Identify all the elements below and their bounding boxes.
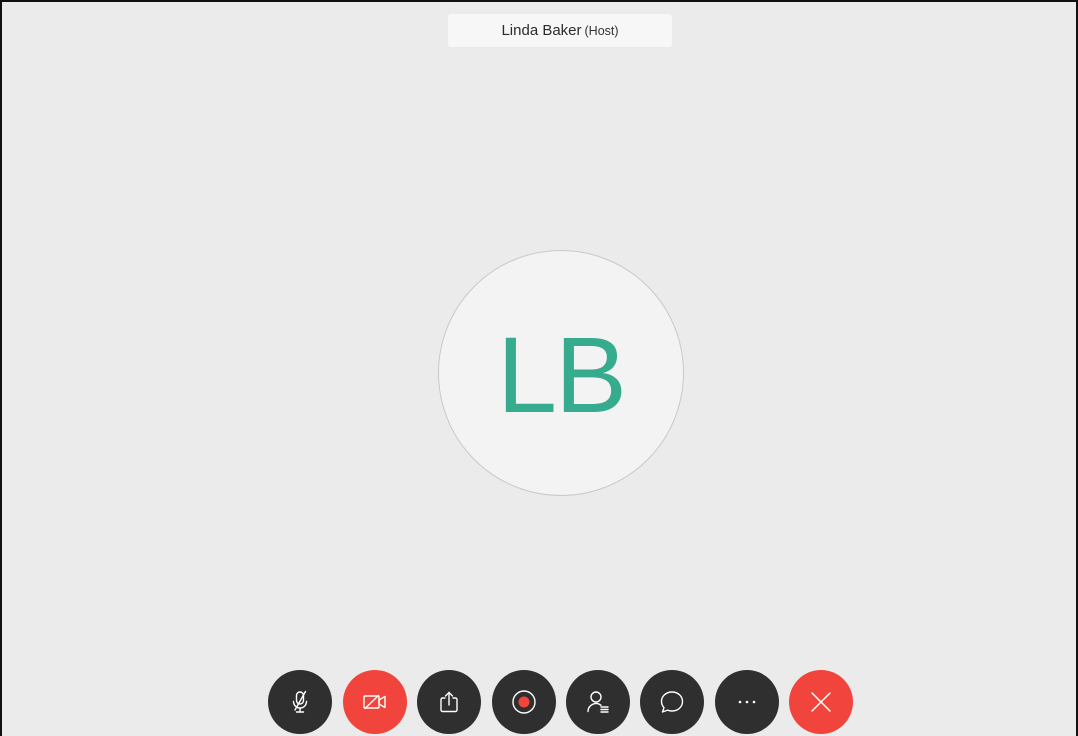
share-upload-icon [436,689,462,715]
chat-button[interactable] [640,670,704,734]
share-button[interactable] [417,670,481,734]
avatar-initials: LB [496,314,627,435]
video-button[interactable] [343,670,407,734]
meeting-toolbar [2,670,1076,734]
avatar: LB [438,250,684,496]
participants-button[interactable] [566,670,630,734]
record-button[interactable] [492,670,556,734]
more-options-icon [735,698,759,706]
video-off-icon [361,689,389,715]
microphone-muted-icon [287,689,313,715]
more-button[interactable] [715,670,779,734]
participant-name-tag: Linda Baker (Host) [448,14,672,47]
meeting-stage: Linda Baker (Host) LB [0,0,1078,736]
mute-button[interactable] [268,670,332,734]
record-icon [510,688,538,716]
participants-icon [584,688,612,716]
close-icon [809,690,833,714]
leave-button[interactable] [789,670,853,734]
participant-role: (Host) [584,23,619,38]
participant-name: Linda Baker [501,22,582,39]
chat-bubble-icon [658,688,686,716]
